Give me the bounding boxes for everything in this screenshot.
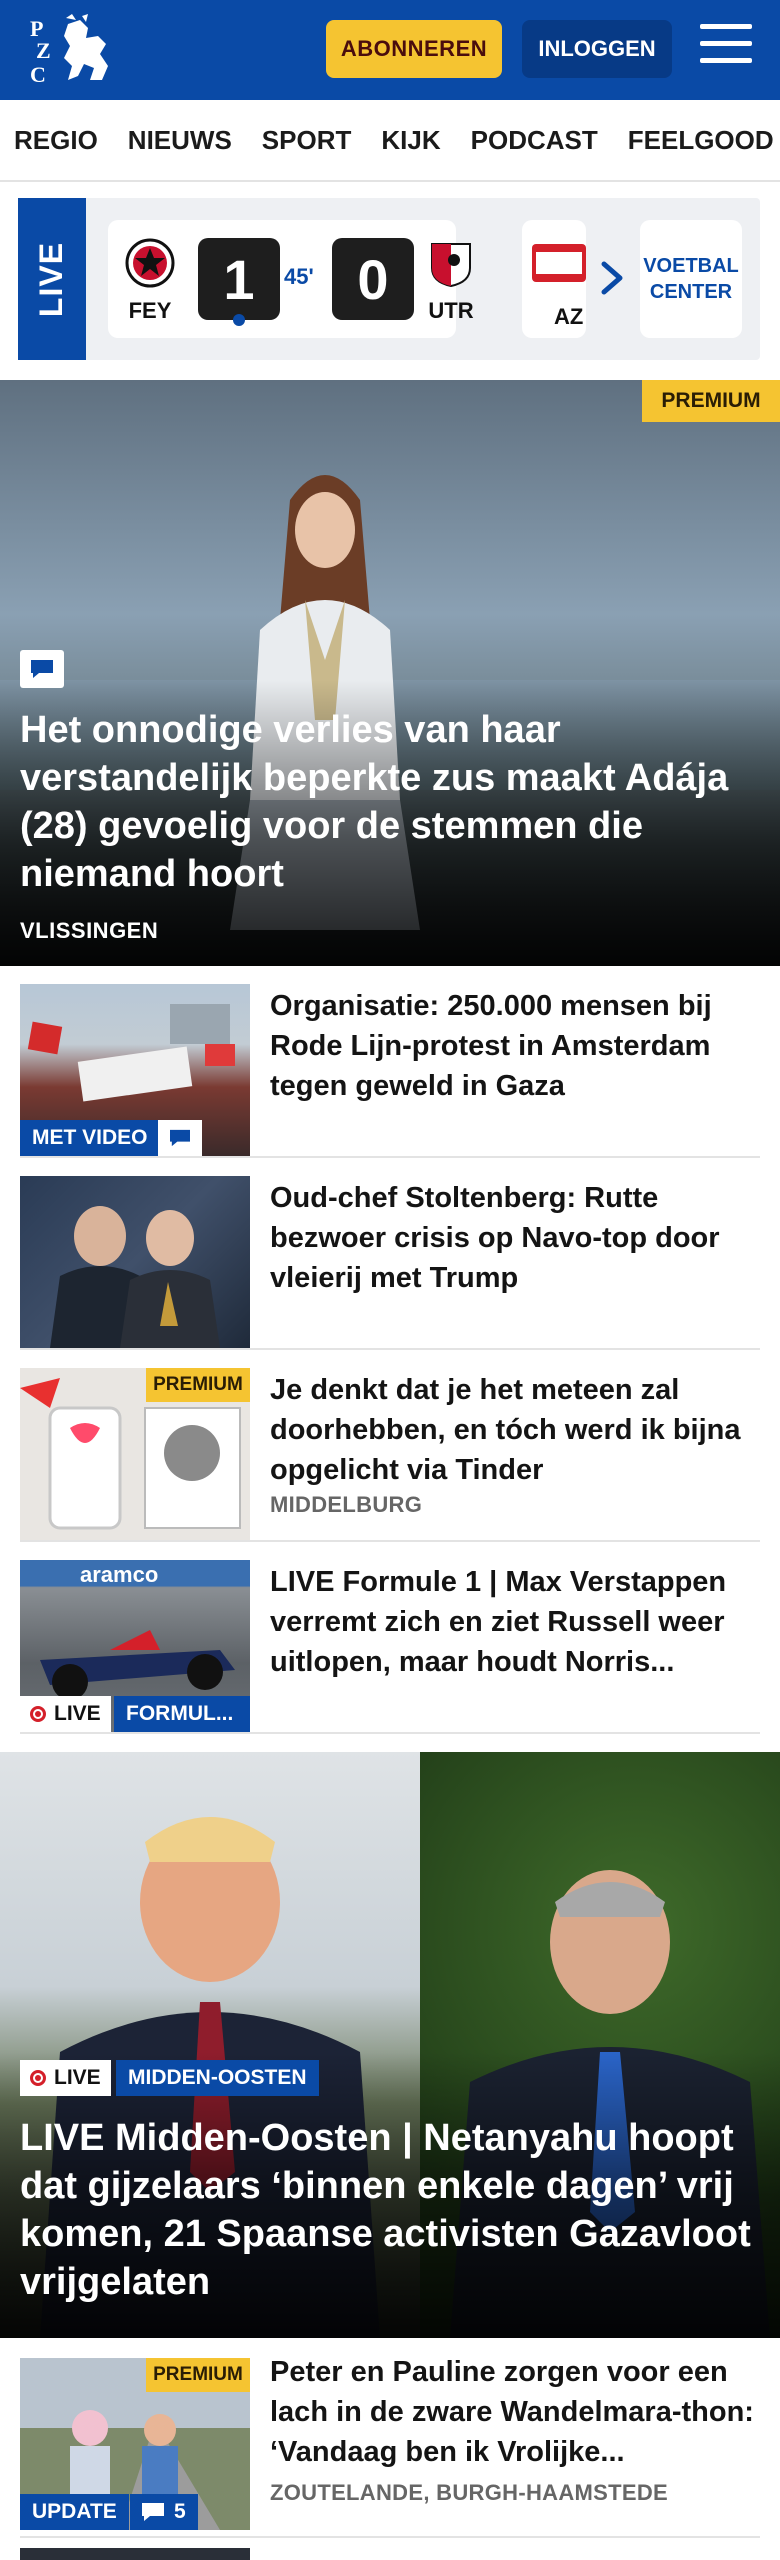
comment-icon — [20, 650, 64, 688]
next-match-team: AZ — [554, 304, 584, 329]
article-title[interactable]: Organisatie: 250.000 mensen bij Rode Lij… — [270, 986, 760, 1106]
next-match-card[interactable]: AZ — [522, 220, 586, 338]
feature-title[interactable]: LIVE Midden-Oosten | Netanyahu hoopt dat… — [20, 2114, 760, 2306]
article-title[interactable]: LIVE Formule 1 | Max Verstappen verremt … — [270, 1562, 760, 1682]
feature-article[interactable]: LIVE MIDDEN-OOSTEN LIVE Midden-Oosten | … — [0, 1752, 780, 2338]
pzc-logo[interactable]: P Z C — [28, 14, 114, 86]
next-article-thumbnail-peek — [20, 2548, 250, 2560]
article-title[interactable]: Peter en Pauline zorgen voor een lach in… — [270, 2352, 760, 2472]
home-team-name: FEY — [128, 298, 172, 323]
login-button[interactable]: INLOGGEN — [522, 20, 672, 78]
video-badge: MET VIDEO — [20, 1120, 160, 1156]
article-thumbnail — [20, 1176, 250, 1348]
article-thumbnail: PREMIUM UPDATE 5 — [20, 2358, 250, 2530]
match-card[interactable]: FEY 1 45' 0 UTR — [108, 220, 474, 338]
section-nav: REGIO NIEUWS SPORT KIJK PODCAST FEELGOOD — [0, 100, 780, 182]
list-item-article-5[interactable]: PREMIUM UPDATE 5 Peter en Pauline zorgen… — [20, 2338, 760, 2538]
feyenoord-crest-icon — [125, 238, 175, 288]
article-title[interactable]: Oud-chef Stoltenberg: Rutte bezwoer cris… — [270, 1178, 760, 1298]
nav-item-nieuws[interactable]: NIEUWS — [113, 125, 247, 156]
live-scores-bar: LIVE FEY 1 45' 0 UTR AZ VOETBAL CENTER — [18, 198, 760, 360]
away-score: 0 — [332, 238, 414, 320]
hero-title[interactable]: Het onnodige verlies van haar verstandel… — [20, 706, 760, 898]
nav-item-feelgood[interactable]: FEELGOOD — [613, 125, 780, 156]
match-minute: 45' — [284, 264, 314, 289]
update-badge: UPDATE — [20, 2494, 129, 2530]
article-thumbnail: PREMIUM — [20, 1368, 250, 1540]
premium-badge: PREMIUM — [146, 2358, 250, 2392]
comment-count-badge: 5 — [130, 2494, 198, 2530]
article-location: ZOUTELANDE, BURGH-HAAMSTEDE — [270, 2480, 668, 2505]
comment-icon — [158, 1120, 202, 1156]
category-badge: FORMUL... — [114, 1696, 250, 1732]
home-team: FEY — [120, 238, 180, 324]
chevron-right-icon[interactable] — [592, 258, 632, 298]
site-header: P Z C ABONNEREN INLOGGEN — [0, 0, 780, 100]
live-badge: LIVE — [20, 2060, 111, 2096]
live-indicator-dot — [233, 314, 245, 326]
away-team-name: UTR — [428, 298, 474, 323]
list-item-article-3[interactable]: PREMIUM Je denkt dat je het meteen zal d… — [20, 1350, 760, 1542]
nav-item-podcast[interactable]: PODCAST — [456, 125, 613, 156]
svg-text:C: C — [30, 62, 46, 86]
live-dot-icon — [30, 1706, 46, 1722]
live-dot-icon — [30, 2070, 46, 2086]
nav-item-regio[interactable]: REGIO — [0, 125, 113, 156]
article-location: MIDDELBURG — [270, 1492, 423, 1517]
article-thumbnail: aramco LIVE FORMUL... — [20, 1560, 250, 1732]
svg-text:Z: Z — [36, 38, 51, 63]
hero-article[interactable]: PREMIUM Het onnodige verlies van haar ve… — [0, 380, 780, 966]
nav-item-kijk[interactable]: KIJK — [366, 125, 455, 156]
live-tag: LIVE — [18, 198, 86, 360]
list-item-article-2[interactable]: Oud-chef Stoltenberg: Rutte bezwoer cris… — [20, 1158, 760, 1350]
hamburger-menu-icon[interactable] — [700, 24, 752, 70]
article-title[interactable]: Je denkt dat je het meteen zal doorhebbe… — [270, 1370, 760, 1490]
voetbal-center-link[interactable]: VOETBAL CENTER — [640, 220, 742, 338]
premium-badge: PREMIUM — [146, 1368, 250, 1402]
away-team: UTR — [426, 238, 476, 324]
nav-item-sport[interactable]: SPORT — [247, 125, 367, 156]
category-badge: MIDDEN-OOSTEN — [116, 2060, 319, 2096]
list-item-article-4[interactable]: aramco LIVE FORMUL... LIVE Formule 1 | M… — [20, 1542, 760, 1734]
article-thumbnail: MET VIDEO — [20, 984, 250, 1156]
fc-utrecht-crest-icon — [431, 243, 471, 288]
svg-text:aramco: aramco — [80, 1562, 158, 1587]
subscribe-button[interactable]: ABONNEREN — [326, 20, 502, 78]
home-score: 1 — [198, 238, 280, 320]
premium-badge: PREMIUM — [642, 380, 780, 422]
list-item-article-1[interactable]: MET VIDEO Organisatie: 250.000 mensen bi… — [20, 966, 760, 1158]
hero-location: VLISSINGEN — [20, 918, 159, 943]
comment-icon — [142, 2503, 164, 2521]
live-badge: LIVE — [20, 1696, 111, 1732]
az-crest-icon — [532, 244, 586, 282]
